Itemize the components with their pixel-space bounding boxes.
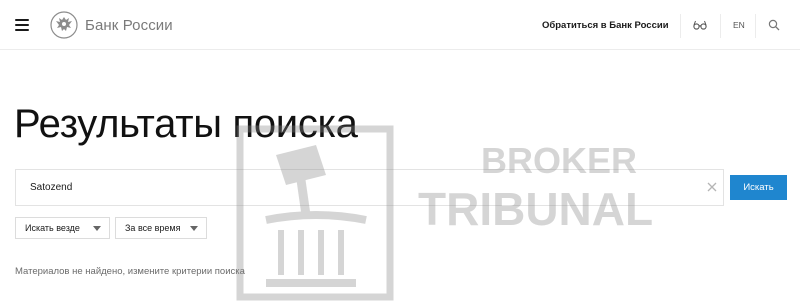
page-title: Результаты поиска — [14, 102, 358, 146]
glasses-icon[interactable] — [693, 19, 707, 31]
search-submit-button[interactable]: Искать — [730, 175, 787, 200]
chevron-down-icon — [93, 226, 101, 231]
site-header: Банк России Обратиться в Банк России EN — [0, 0, 800, 50]
contact-bank-link[interactable]: Обратиться в Банк России — [542, 20, 669, 31]
burger-menu-icon[interactable] — [15, 19, 29, 31]
broker-tribunal-watermark: BROKER TRIBUNAL — [236, 125, 653, 301]
language-switch[interactable]: EN — [733, 20, 745, 30]
search-input[interactable] — [30, 170, 680, 205]
header-divider — [755, 14, 756, 38]
chevron-down-icon — [190, 226, 198, 231]
bank-logo[interactable]: Банк России — [50, 11, 173, 39]
header-divider — [680, 14, 681, 38]
period-select[interactable]: За все время — [115, 217, 207, 239]
scope-select-label: Искать везде — [25, 223, 80, 233]
header-divider — [720, 14, 721, 38]
search-icon[interactable] — [768, 19, 780, 31]
double-headed-eagle-icon — [50, 11, 78, 39]
search-field — [15, 169, 724, 206]
scope-select[interactable]: Искать везде — [15, 217, 110, 239]
gavel-pillar-icon — [236, 125, 394, 301]
period-select-label: За все время — [125, 223, 181, 233]
close-icon[interactable] — [706, 181, 718, 193]
empty-results-message: Материалов не найдено, измените критерии… — [15, 266, 245, 277]
brand-name: Банк России — [85, 16, 173, 34]
